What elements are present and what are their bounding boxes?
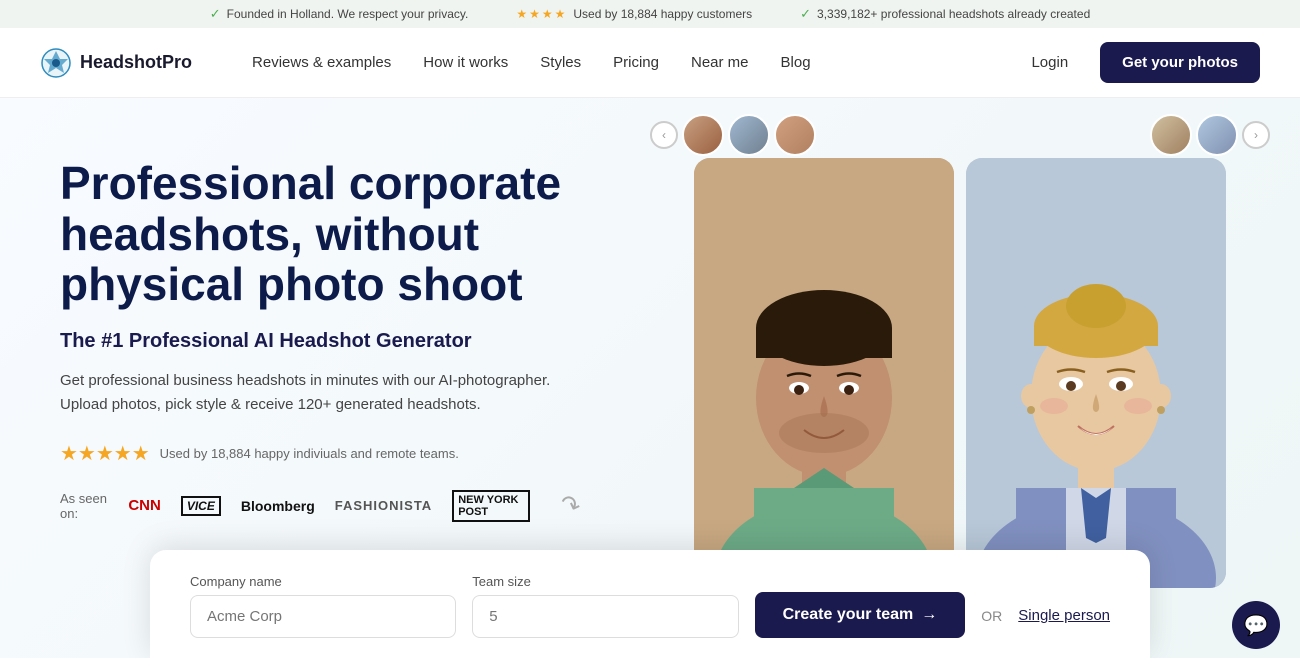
thumb-male-3: [774, 114, 816, 156]
press-vice: VICE: [181, 496, 221, 516]
check-icon-1: ✓: [210, 6, 221, 22]
hero-stars: ★★★★★: [60, 441, 150, 466]
nav-blog[interactable]: Blog: [781, 54, 811, 71]
hero-subtitle: The #1 Professional AI Headshot Generato…: [60, 330, 580, 353]
headshot-pair: [694, 158, 1226, 588]
hero-description: Get professional business headshots in m…: [60, 369, 560, 417]
logo-text: HeadshotPro: [80, 52, 192, 73]
main-nav: Reviews & examples How it works Styles P…: [252, 54, 811, 71]
banner-item-1: ✓ Founded in Holland. We respect your pr…: [210, 6, 469, 22]
create-team-button[interactable]: Create your team →: [755, 592, 966, 638]
banner-text-1: Founded in Holland. We respect your priv…: [227, 7, 469, 21]
form-bar: Company name Team size Create your team …: [150, 550, 1150, 658]
check-icon-2: ✓: [800, 6, 811, 22]
female-portrait-svg: [966, 158, 1226, 588]
banner-text-3: 3,339,182+ professional headshots alread…: [817, 7, 1090, 21]
chat-icon: 💬: [1244, 613, 1269, 638]
press-nypost: NEW YORK POST: [452, 490, 530, 522]
chat-bubble[interactable]: 💬: [1232, 601, 1280, 649]
arrow-down-icon: ↷: [556, 489, 585, 523]
or-divider: OR: [981, 608, 1002, 638]
nav-near-me[interactable]: Near me: [691, 54, 749, 71]
next-arrow[interactable]: ›: [1242, 121, 1270, 149]
headshot-male: [694, 158, 954, 588]
press-row: As seen on: CNN VICE Bloomberg FASHIONIS…: [60, 490, 580, 522]
team-field-group: Team size: [472, 574, 738, 638]
left-thumb-strip: ‹: [650, 114, 816, 156]
press-label: As seen on:: [60, 491, 108, 521]
login-button[interactable]: Login: [1015, 46, 1084, 79]
get-photos-button[interactable]: Get your photos: [1100, 42, 1260, 83]
arrow-right-icon: →: [921, 606, 937, 624]
top-banner: ✓ Founded in Holland. We respect your pr…: [0, 0, 1300, 28]
press-cnn: CNN: [128, 497, 161, 514]
thumb-male-2: [728, 114, 770, 156]
thumb-female-1: [1150, 114, 1192, 156]
single-person-link[interactable]: Single person: [1018, 607, 1110, 638]
team-label: Team size: [472, 574, 738, 589]
hero-title: Professional corporate headshots, withou…: [60, 158, 580, 310]
rating-text: Used by 18,884 happy indiviuals and remo…: [160, 446, 459, 461]
logo-icon: [40, 47, 72, 79]
prev-arrow[interactable]: ‹: [650, 121, 678, 149]
hero-section: Professional corporate headshots, withou…: [0, 98, 1300, 658]
header-actions: Login Get your photos: [1015, 42, 1260, 83]
company-input[interactable]: [190, 595, 456, 638]
team-size-input[interactable]: [472, 595, 738, 638]
company-label: Company name: [190, 574, 456, 589]
logo[interactable]: HeadshotPro: [40, 47, 192, 79]
press-fashionista: FASHIONISTA: [335, 498, 432, 513]
nav-pricing[interactable]: Pricing: [613, 54, 659, 71]
company-field-group: Company name: [190, 574, 456, 638]
nav-how-it-works[interactable]: How it works: [423, 54, 508, 71]
banner-item-2: ★★★★ Used by 18,884 happy customers: [516, 7, 752, 21]
headshot-female: [966, 158, 1226, 588]
banner-item-3: ✓ 3,339,182+ professional headshots alre…: [800, 6, 1090, 22]
create-team-label: Create your team: [783, 606, 914, 624]
thumb-male-1: [682, 114, 724, 156]
press-bloomberg: Bloomberg: [241, 498, 315, 514]
stars-icon: ★★★★: [516, 7, 567, 21]
thumb-female-2: [1196, 114, 1238, 156]
nav-styles[interactable]: Styles: [540, 54, 581, 71]
banner-text-2: Used by 18,884 happy customers: [573, 7, 752, 21]
rating-row: ★★★★★ Used by 18,884 happy indiviuals an…: [60, 441, 580, 466]
male-portrait-svg: [694, 158, 954, 588]
nav-reviews[interactable]: Reviews & examples: [252, 54, 391, 71]
header: HeadshotPro Reviews & examples How it wo…: [0, 28, 1300, 98]
right-thumb-strip: ›: [1150, 114, 1270, 156]
